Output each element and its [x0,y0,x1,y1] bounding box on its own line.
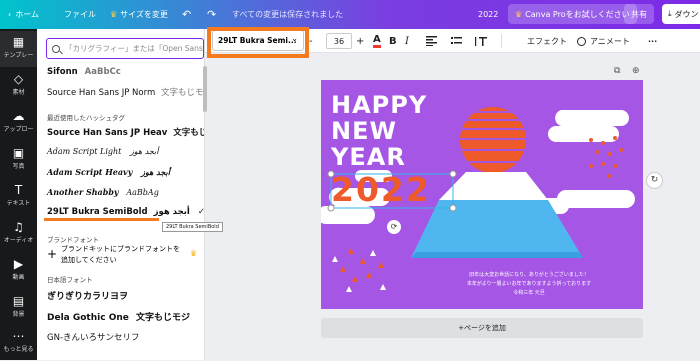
font-item-dela-gothic[interactable]: Dela Gothic One 文字もじモジ [47,310,190,323]
text-icon: T [14,183,23,197]
photo-icon: ▣ [12,146,25,160]
video-icon: ▶ [13,257,24,271]
canva-pro-button[interactable]: ♛ Canva Proをお試しください [508,4,637,24]
crown-icon: ♛ [189,249,197,258]
download-button[interactable]: ⤓ ダウン [662,4,700,24]
font-item-sifonn[interactable]: Sifonn AaBbCc [47,67,121,77]
templates-icon: ▦ [12,35,25,49]
spacing-icon [475,36,487,46]
section-recent: 最近使用したハッシュタグ [47,114,125,122]
rail-audio[interactable]: ♫ オーディオ [0,216,37,252]
plus-icon: + [47,247,58,261]
redo-icon[interactable]: ↷ [207,0,216,29]
panel-scrollbar[interactable] [203,66,207,112]
font-search-input[interactable]: 「カリグラフィー」または「Open Sans [46,38,204,59]
italic-button[interactable]: I [405,29,409,53]
card-year-word[interactable]: YEAR [331,144,406,170]
font-item-jp-3[interactable]: GN-きんいろサンセリフ [47,331,140,343]
toolbar-divider [501,34,502,48]
card-happy[interactable]: HAPPY [331,92,427,118]
add-page-button[interactable]: +ページを追加 [321,318,643,338]
audio-icon: ♫ [13,220,24,234]
chevron-left-icon: ‹ [8,10,12,19]
rail-templates[interactable]: ▦ テンプレー [0,31,37,67]
more-icon: ⋯ [12,329,25,343]
section-japanese: 日本語フォント [47,276,93,284]
undo-icon[interactable]: ↶ [182,0,191,29]
resize-button[interactable]: ♛ サイズを変更 [110,0,168,29]
card-message-1[interactable]: 旧年は大変お世話になり、ありがとうございました！ [439,271,619,279]
download-icon: ⤓ [668,9,672,18]
home-button[interactable]: ‹ ホーム [8,0,39,29]
text-color-button[interactable]: A [373,33,381,48]
rail-more[interactable]: ⋯ もっと見る [0,325,37,361]
rail-photos[interactable]: ▣ 写真 [0,142,37,178]
card-new[interactable]: NEW [331,118,397,144]
share-button[interactable]: 共有 [624,4,654,24]
brand-font-item[interactable]: + ブランドキットにブランドフォントを 追加してください ♛ [47,242,197,268]
card-message-2[interactable]: 本年がより一層よいお年でありますよう祈っております [439,280,619,288]
rail-video[interactable]: ▶ 動画 [0,253,37,289]
font-item-bukra-semibold[interactable]: 29LT Bukra SemiBold أبجد هوز ✓ [47,207,205,217]
font-item-another-shabby[interactable]: Another Shabby AaBbAg [47,187,159,197]
upload-icon: ☁ [12,109,25,123]
list-button[interactable] [451,29,462,53]
background-icon: ▤ [12,294,25,308]
font-item-jp-1[interactable]: ぎりぎりカラリヨヲ [47,289,128,302]
font-panel: 「カリグラフィー」または「Open Sans Sifonn AaBbCc Sou… [37,29,205,360]
left-rail: ▦ テンプレー ◇ 素材 ☁ アップロー ▣ 写真 T テキスト ♫ オーディオ ▶ 動画 ▤… [0,29,37,360]
font-size-input[interactable]: 36 [326,33,352,49]
rail-background[interactable]: ▤ 背景 [0,290,37,326]
crown-icon: ♛ [515,9,523,19]
font-item-source-han-heavy[interactable]: Source Han Sans JP Heav 文字もじモジ [47,126,204,138]
card-year-number[interactable]: 2022 [331,170,431,209]
highlight-underline [44,218,159,221]
check-icon: ✓ [197,207,205,217]
align-icon[interactable] [426,29,437,53]
top-bar: ‹ ホーム ファイル ♛ サイズを変更 ↶ ↷ すべての変更は保存されました 2… [0,0,700,29]
spacing-button[interactable] [475,29,487,53]
effects-button[interactable]: エフェクト [527,29,567,53]
align-left-icon [426,36,437,46]
font-item-adam-script-light[interactable]: Adam Script Light أبجد هوز [47,147,159,156]
file-menu[interactable]: ファイル [64,0,96,29]
elements-icon: ◇ [13,72,24,86]
rail-text[interactable]: T テキスト [0,179,37,215]
save-status: すべての変更は保存されました [232,10,344,19]
highlight-box-font-select [207,27,309,58]
bold-button[interactable]: B [389,29,397,53]
rail-elements[interactable]: ◇ 素材 [0,68,37,104]
size-decrease-button[interactable]: - [309,29,313,53]
animate-button[interactable]: アニメート [577,29,630,53]
search-icon [52,44,60,53]
refresh-icon[interactable]: ↻ [646,172,663,189]
size-increase-button[interactable]: + [356,29,364,53]
copy-page-icon[interactable]: ⧉ [614,66,620,76]
document-title[interactable]: 2022 [478,0,498,29]
crown-icon: ♛ [110,10,118,19]
more-options-button[interactable]: ··· [648,29,657,53]
font-tooltip: 29LT Bukra SemiBold [162,222,223,232]
rail-uploads[interactable]: ☁ アップロー [0,105,37,141]
rotate-handle-icon[interactable]: ⟳ [387,220,401,234]
font-item-source-han-norm[interactable]: Source Han Sans JP Norm 文字もじモジ [47,86,204,98]
card-message-3[interactable]: 令和三年 元旦 [439,289,619,297]
animate-icon [577,36,586,46]
list-icon [451,37,462,44]
design-page[interactable]: HAPPY NEW YEAR 2022 ⟳ 旧年は大変お世話になり、ありがとうご… [321,80,643,309]
font-item-adam-script-heavy[interactable]: Adam Script Heavy أبجد هوز [47,167,170,177]
add-page-icon[interactable]: ⊕ [632,66,640,76]
